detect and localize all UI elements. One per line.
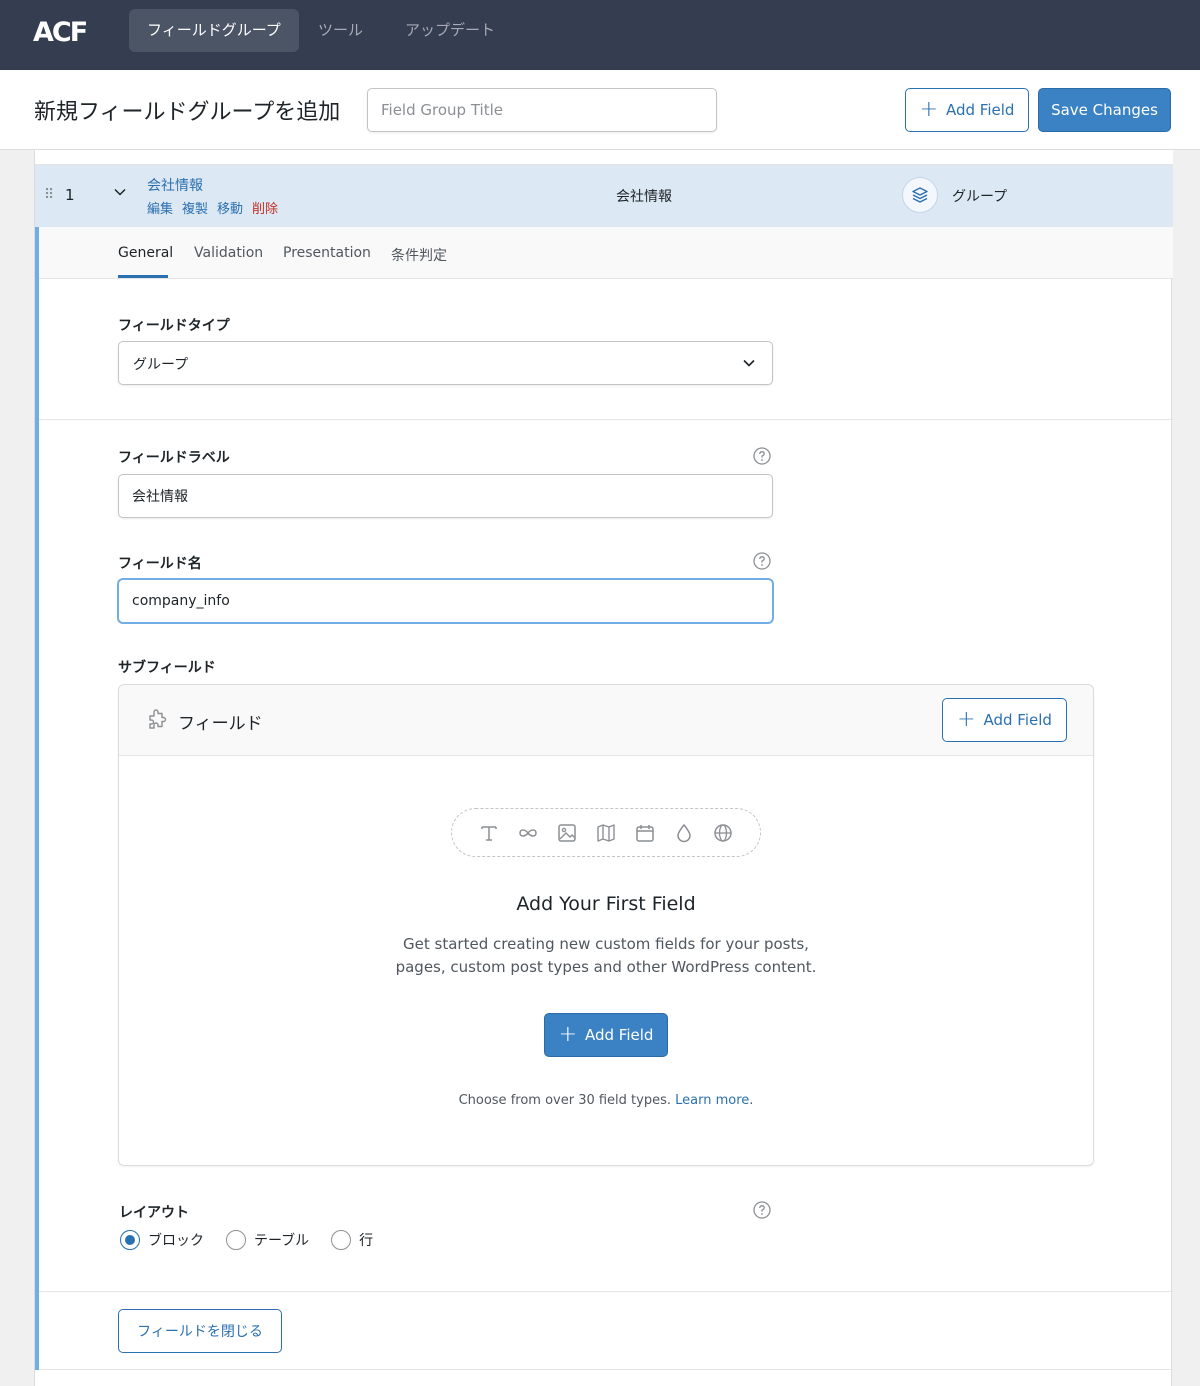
map-icon: [597, 823, 615, 842]
droplet-icon: [677, 823, 691, 842]
tab-validation[interactable]: Validation: [194, 245, 263, 261]
plus-icon: +: [919, 97, 938, 122]
footer-period: .: [749, 1093, 754, 1108]
tab-presentation[interactable]: Presentation: [283, 245, 371, 261]
sub-add-field-button[interactable]: + Add Field: [942, 698, 1067, 742]
chevron-down-icon: [743, 359, 755, 367]
drag-handle-icon[interactable]: ⠿: [44, 187, 54, 203]
layout-label: レイアウト: [119, 1205, 189, 1221]
save-changes-label: Save Changes: [1051, 101, 1158, 119]
layout-option-row[interactable]: 行: [331, 1230, 373, 1250]
field-editor-panel: ⠿ 1 会社情報 編集 複製 移動 削除 会社情報 グループ General V…: [34, 150, 1173, 1386]
layers-icon: [912, 187, 928, 203]
svg-text:ACF: ACF: [33, 17, 87, 45]
field-order-number: 1: [65, 186, 75, 204]
field-name-input[interactable]: [118, 579, 773, 623]
edit-link[interactable]: 編集: [147, 198, 173, 217]
field-settings-tabs: General Validation Presentation 条件判定: [39, 227, 1173, 279]
sub-add-field-label: Add Field: [983, 711, 1052, 729]
empty-add-field-button[interactable]: + Add Field: [544, 1013, 668, 1057]
panel-top-strip: [35, 150, 1173, 165]
field-row[interactable]: ⠿ 1 会社情報 編集 複製 移動 削除 会社情報 グループ: [35, 165, 1173, 227]
plus-icon: +: [558, 1022, 577, 1047]
learn-more-link[interactable]: Learn more: [675, 1093, 749, 1108]
field-row-name: 会社情報: [616, 189, 672, 205]
close-field-label: フィールドを閉じる: [137, 1323, 263, 1339]
top-nav: ACF フィールドグループ ツール アップデート: [0, 0, 1200, 70]
add-field-button[interactable]: + Add Field: [905, 88, 1029, 132]
field-row-type: グループ: [952, 189, 1008, 205]
nav-updates[interactable]: アップデート: [387, 9, 513, 52]
radio-button[interactable]: [331, 1230, 352, 1250]
close-field-button[interactable]: フィールドを閉じる: [118, 1309, 282, 1353]
field-label-input[interactable]: [118, 474, 773, 518]
sub-fields-title: フィールド: [178, 714, 263, 734]
add-field-label: Add Field: [946, 101, 1015, 119]
field-type-label: フィールドタイプ: [118, 318, 230, 334]
layout-option-table[interactable]: テーブル: [226, 1230, 309, 1250]
help-icon[interactable]: [753, 1201, 771, 1219]
infinity-icon: [519, 828, 537, 837]
empty-state-title: Add Your First Field: [516, 893, 696, 915]
calendar-icon: [636, 824, 654, 842]
field-group-title-input[interactable]: [367, 88, 717, 132]
footer-text: Choose from over 30 field types.: [458, 1093, 671, 1108]
help-icon[interactable]: [753, 447, 771, 465]
field-name-label: フィールド名: [118, 556, 202, 572]
field-label-label: フィールドラベル: [118, 450, 230, 466]
field-type-icons: [451, 808, 761, 857]
tab-conditional-logic[interactable]: 条件判定: [391, 245, 447, 265]
duplicate-link[interactable]: 複製: [182, 198, 208, 217]
delete-link[interactable]: 削除: [252, 198, 278, 217]
field-type-value: グループ: [133, 357, 189, 373]
image-icon: [558, 823, 576, 842]
sub-fields-header: フィールド + Add Field: [119, 685, 1093, 756]
radio-label: テーブル: [254, 1233, 310, 1249]
field-type-select[interactable]: グループ: [118, 341, 773, 385]
layout-option-block[interactable]: ブロック: [120, 1230, 204, 1250]
section-divider: [39, 1291, 1173, 1292]
help-icon[interactable]: [753, 552, 771, 570]
field-row-label[interactable]: 会社情報: [147, 175, 203, 195]
empty-add-field-label: Add Field: [585, 1026, 654, 1044]
section-divider: [39, 419, 1173, 420]
save-changes-button[interactable]: Save Changes: [1038, 88, 1171, 132]
move-link[interactable]: 移動: [217, 198, 243, 217]
active-field-accent: [35, 227, 39, 1370]
page-title: 新規フィールドグループを追加: [34, 100, 341, 125]
panel-bottom-divider: [39, 1369, 1173, 1370]
field-row-actions: 編集 複製 移動 削除: [147, 198, 278, 217]
acf-logo[interactable]: ACF: [33, 17, 95, 45]
field-type-badge: [902, 177, 938, 213]
radio-label: ブロック: [148, 1233, 204, 1249]
radio-button[interactable]: [120, 1230, 140, 1250]
active-tab-indicator: [118, 275, 168, 278]
nav-field-groups[interactable]: フィールドグループ: [129, 9, 299, 52]
sub-fields-label: サブフィールド: [118, 660, 216, 676]
puzzle-icon: [149, 709, 167, 729]
radio-button[interactable]: [226, 1230, 246, 1250]
radio-label: 行: [359, 1233, 374, 1249]
layout-radio-group: ブロック テーブル 行: [120, 1230, 373, 1250]
page-header: 新規フィールドグループを追加 + Add Field Save Changes: [0, 70, 1200, 150]
tab-general[interactable]: General: [118, 245, 173, 261]
empty-state-footer: Choose from over 30 field types. Learn m…: [119, 1093, 1093, 1108]
plus-icon: +: [957, 707, 976, 732]
nav-tools[interactable]: ツール: [300, 9, 381, 52]
empty-state-description: Get started creating new custom fields f…: [395, 935, 817, 976]
text-icon: [481, 825, 497, 841]
globe-icon: [714, 823, 732, 842]
sub-fields-box: フィールド + Add Field Add Your First Field G…: [118, 684, 1094, 1166]
chevron-down-icon[interactable]: [112, 184, 128, 200]
